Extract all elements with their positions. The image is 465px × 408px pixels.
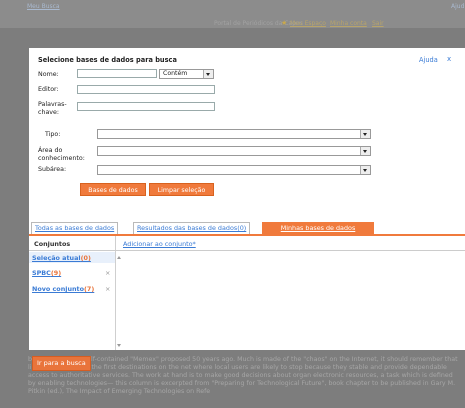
chevron-down-icon [360,147,370,155]
set-current-selection-count: (0) [80,254,91,262]
editor-input[interactable] [77,85,215,94]
sets-panel: Conjuntos Adicionar ao conjunto* Seleção… [29,236,465,350]
set-new-label: Novo conjunto [32,285,84,293]
set-current-selection[interactable]: Seleção atual(0) [32,254,91,262]
my-search-link[interactable]: Meu Busca [27,3,60,10]
help-link-partial[interactable]: Ajud [451,3,464,10]
nav-my-space[interactable]: Meu Espaço [290,20,326,27]
set-spbc[interactable]: SPBC(9) [32,269,61,277]
remove-set-icon[interactable]: × [105,269,110,277]
header-divider [29,250,465,251]
type-select[interactable] [97,129,371,139]
background-article-text: bottom text from self-contained "Memex" … [28,356,458,395]
name-label: Nome: [38,71,59,78]
add-to-set-link[interactable]: Adicionar ao conjunto* [123,240,196,248]
chevron-down-icon [203,70,213,78]
clear-selection-button[interactable]: Limpar seleção [149,183,214,196]
set-spbc-label: SPBC [32,269,51,277]
set-new-count: (7) [83,285,95,293]
scroll-up-icon[interactable] [117,256,121,259]
star-icon: ★ [281,19,288,27]
chevron-down-icon [360,130,370,138]
databases-button[interactable]: Bases de dados [80,183,146,196]
scroll-down-icon[interactable] [117,344,121,347]
type-label: Tipo: [45,131,61,138]
panel-divider [115,236,116,350]
keywords-input[interactable] [77,102,215,111]
match-select-value: Contém [163,70,188,77]
set-current-selection-label: Seleção atual [32,254,81,262]
remove-set-icon[interactable]: × [105,285,110,293]
dialog-title: Selecione bases de dados para busca [38,56,177,64]
tab-my-databases[interactable]: Minhas bases de dados [262,222,374,234]
tab-all-databases[interactable]: Todas as bases de dados [31,222,119,234]
close-icon[interactable]: x [447,55,451,63]
set-spbc-count: (9) [50,269,62,277]
subarea-label: Subárea: [38,166,67,173]
editor-label: Editor: [38,86,59,93]
name-input[interactable] [77,69,157,78]
set-new[interactable]: Novo conjunto(7) [32,285,94,293]
subarea-select[interactable] [97,165,371,175]
go-to-search-button[interactable]: Ir para a busca [32,356,91,371]
knowledge-area-select[interactable] [97,146,371,156]
knowledge-area-label: Área do conhecimento: [38,147,85,162]
nav-logout[interactable]: Sair [372,20,384,27]
keywords-label: Palavras-chave: [38,101,67,116]
database-selection-dialog: Selecione bases de dados para busca Ajud… [29,48,465,350]
tab-database-results[interactable]: Resultados das bases de dados(0) [133,222,251,234]
match-select[interactable]: Contém [159,69,214,79]
chevron-down-icon [360,166,370,174]
sets-header: Conjuntos [34,240,71,248]
nav-my-account[interactable]: Minha conta [330,20,367,27]
help-link[interactable]: Ajuda [419,56,438,64]
